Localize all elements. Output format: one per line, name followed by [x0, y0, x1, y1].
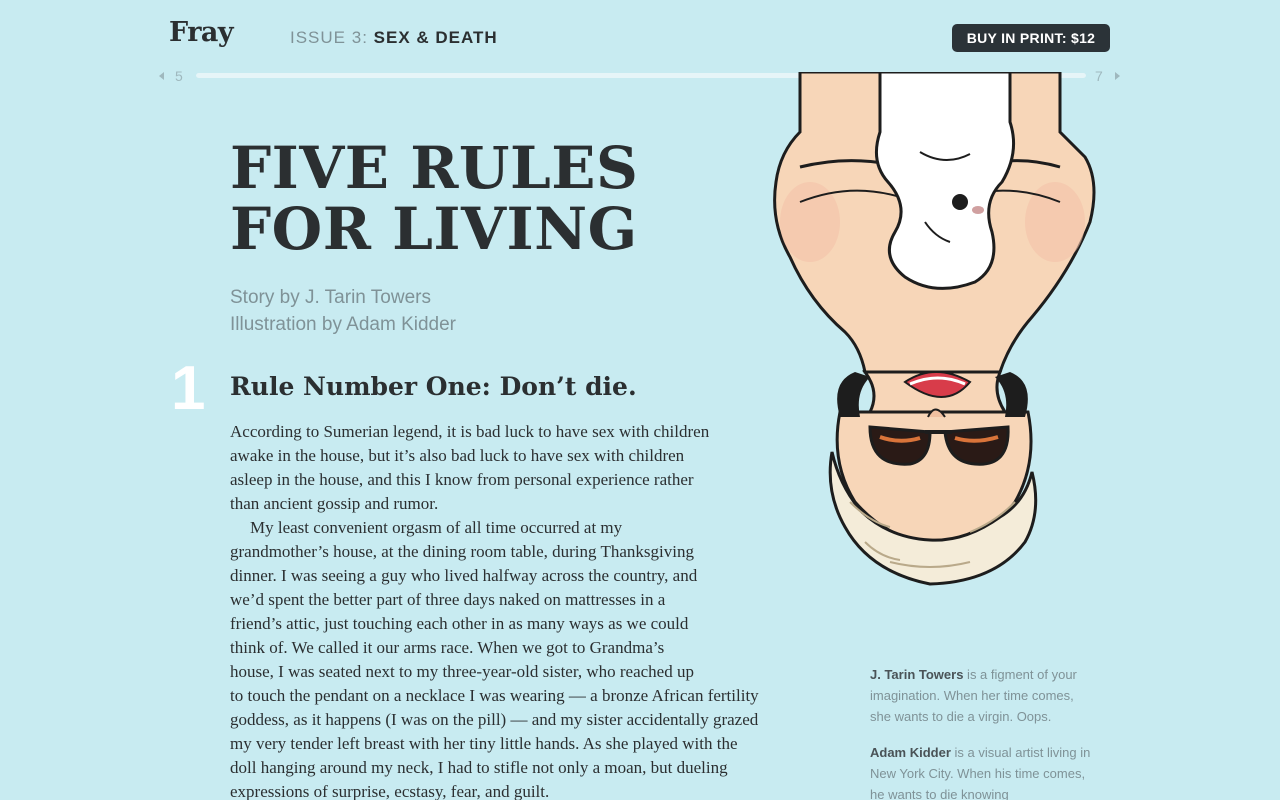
illustration-credit: Illustration by Adam Kidder [230, 314, 457, 335]
article-body: According to Sumerian legend, it is bad … [230, 420, 810, 800]
illustrator-name: Adam Kidder [870, 745, 951, 760]
body-line: doll hanging around my neck, I had to st… [230, 758, 728, 777]
body-line: awake in the house, but it’s also bad lu… [230, 446, 685, 465]
body-line: dinner. I was seeing a guy who lived hal… [230, 566, 698, 585]
body-line: My least convenient orgasm of all time o… [250, 518, 623, 537]
body-line: asleep in the house, and this I know fro… [230, 470, 694, 489]
article-credits: Story by J. Tarin Towers Illustration by… [230, 284, 456, 338]
body-line: goddess, as it happens (I was on the pil… [230, 710, 759, 729]
prev-page-arrow-icon[interactable] [159, 72, 164, 80]
prev-page-number[interactable]: 5 [175, 68, 183, 84]
author-name: J. Tarin Towers [870, 667, 964, 682]
article-title-line-1: FIVE RULES [230, 134, 639, 202]
body-line: expressions of surprise, ecstasy, fear, … [230, 782, 550, 800]
article-title: FIVE RULES FOR LIVING [230, 138, 750, 260]
site-logo[interactable]: Fray [169, 17, 234, 48]
rule-number: 1 [171, 354, 206, 423]
next-page-arrow-icon[interactable] [1115, 72, 1120, 80]
article-page: Fray ISSUE 3: SEX & DEATH BUY IN PRINT: … [0, 0, 1280, 800]
issue-number: ISSUE 3: [290, 28, 368, 47]
article-title-line-2: FOR LIVING [230, 195, 638, 263]
illustrator-bio: Adam Kidder is a visual artist living in… [870, 742, 1095, 800]
body-line: According to Sumerian legend, it is bad … [230, 422, 710, 441]
author-bio: J. Tarin Towers is a figment of your ima… [870, 664, 1095, 727]
upside-down-woman-illustration [773, 72, 1096, 586]
story-credit: Story by J. Tarin Towers [230, 287, 431, 308]
contributor-bios: J. Tarin Towers is a figment of your ima… [870, 664, 1095, 800]
body-line: than ancient gossip and rumor. [230, 494, 439, 513]
body-line: my very tender left breast with her tiny… [230, 734, 738, 753]
body-line: we’d spent the better part of three days… [230, 590, 666, 609]
rule-heading: Rule Number One: Don’t die. [230, 372, 637, 401]
issue-label[interactable]: ISSUE 3: SEX & DEATH [290, 28, 498, 48]
issue-title: SEX & DEATH [373, 28, 498, 47]
body-line: friend’s attic, just touching each other… [230, 614, 689, 633]
body-line: house, I was seated next to my three-yea… [230, 662, 694, 681]
body-line: think of. We called it our arms race. Wh… [230, 638, 665, 657]
body-line: grandmother’s house, at the dining room … [230, 542, 694, 561]
body-line: to touch the pendant on a necklace I was… [230, 686, 759, 705]
buy-in-print-button[interactable]: BUY IN PRINT: $12 [952, 24, 1110, 52]
